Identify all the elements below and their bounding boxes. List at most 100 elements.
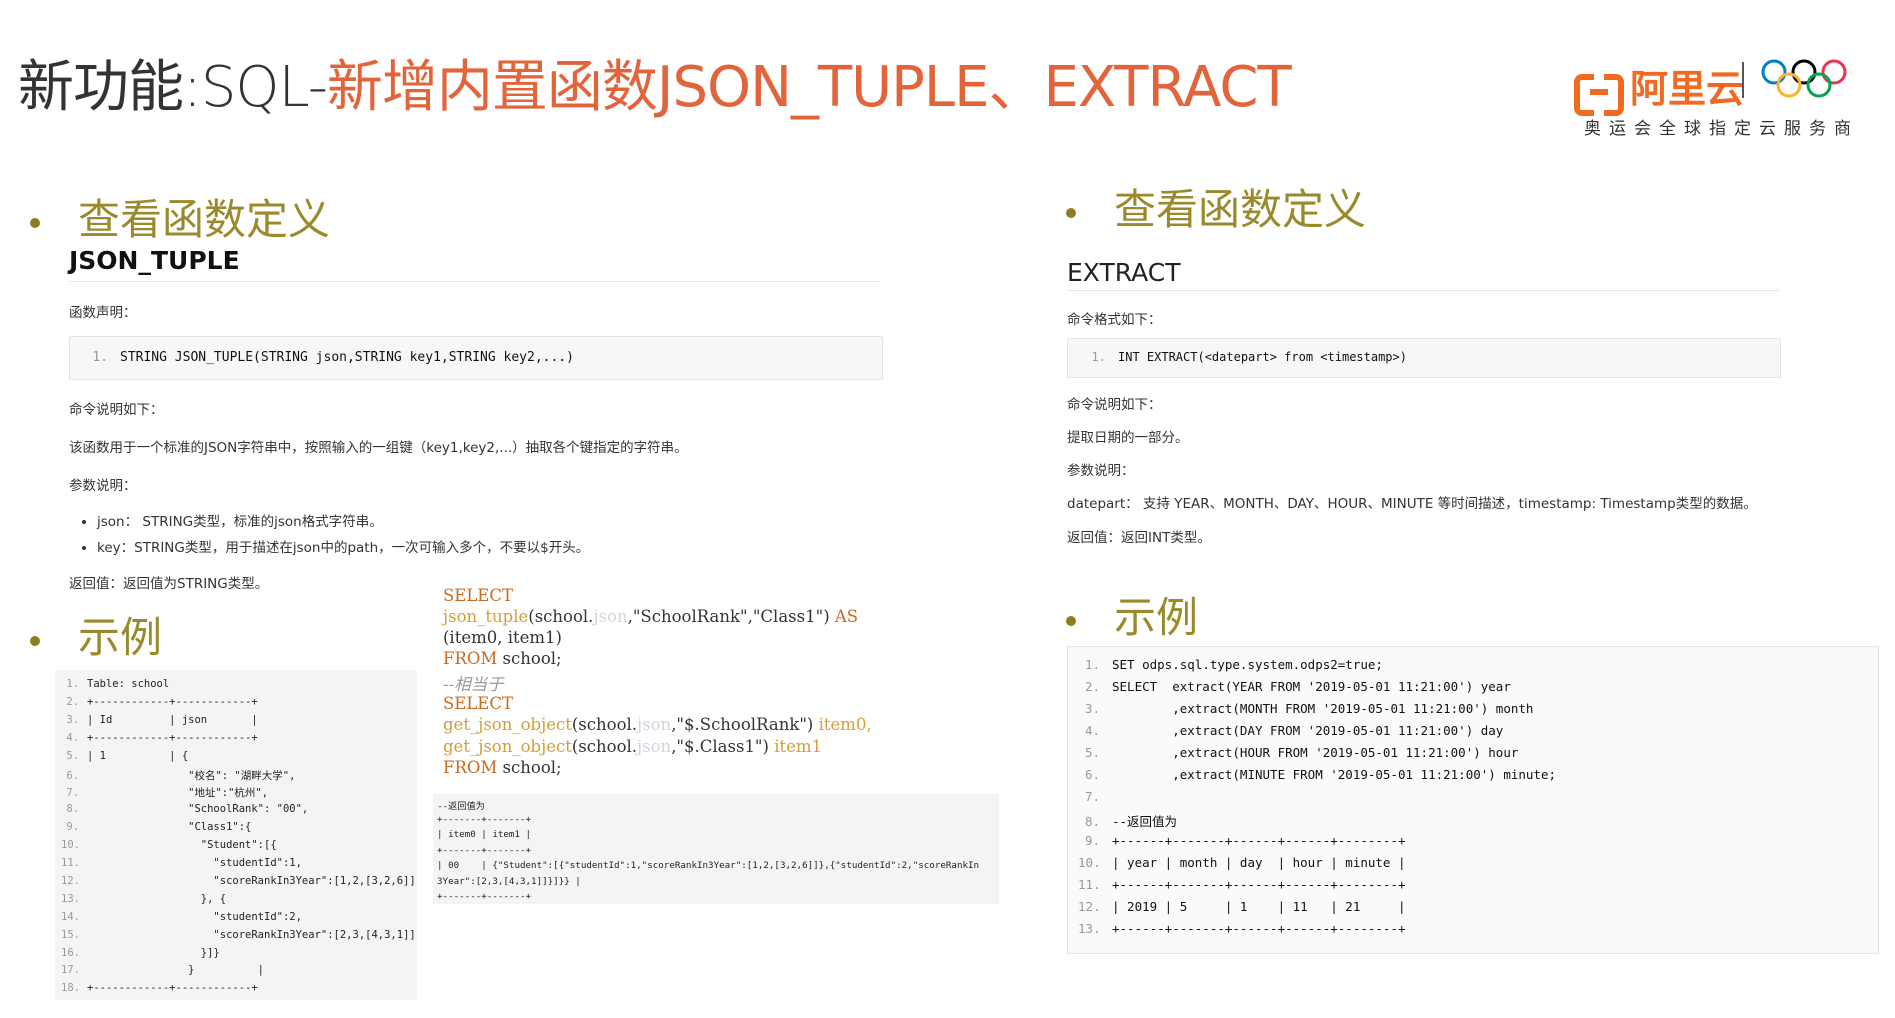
sql-function: json_tuple: [443, 607, 529, 626]
code-text: ,extract(HOUR FROM '2019-05-01 11:21:00'…: [1112, 745, 1519, 760]
code-line: 7. "地址":"杭州",: [61, 785, 268, 800]
right-subheading: EXTRACT: [1067, 258, 1181, 287]
line-number: 11.: [61, 857, 80, 869]
code-text: SET odps.sql.type.system.odps2=true;: [1112, 657, 1383, 672]
code-text: +------+-------+------+------+--------+: [1112, 921, 1406, 936]
logo-divider: [1742, 62, 1744, 98]
sql-keyword: FROM: [443, 649, 498, 668]
sql-text: (school.: [528, 607, 594, 626]
code-text: "studentId":1,: [87, 857, 302, 869]
bullet-icon: [1066, 616, 1076, 626]
code-text: "SchoolRank": "00",: [87, 803, 309, 816]
line-number: 16.: [61, 946, 80, 959]
line-number: 17.: [61, 964, 80, 977]
code-text: ,extract(MONTH FROM '2019-05-01 11:21:00…: [1112, 701, 1534, 716]
line-number: 13.: [61, 892, 80, 905]
divider: [1067, 290, 1779, 291]
sql-keyword: AS: [834, 607, 859, 626]
line-number: 5.: [1084, 745, 1100, 760]
code-line: 9. "Class1":{: [61, 821, 251, 833]
code-text: ,extract(DAY FROM '2019-05-01 11:21:00')…: [1112, 723, 1504, 738]
code-line: 18. +------------+------------+: [61, 982, 258, 994]
code-line: 4. ,extract(DAY FROM '2019-05-01 11:21:0…: [1078, 723, 1503, 738]
slide-title: 新功能:SQL-新增内置函数JSON_TUPLE、EXTRACT: [18, 42, 1292, 123]
sql-column: json: [593, 607, 628, 626]
title-part-2: :SQL-: [183, 55, 328, 120]
sql-text: (school.: [571, 715, 638, 734]
code-line: 5. ,extract(HOUR FROM '2019-05-01 11:21:…: [1078, 745, 1518, 760]
right-return-text: 返回值：返回INT类型。: [1067, 530, 1211, 546]
left-example-heading: 示例: [30, 604, 162, 665]
code-text: +------------+------------+: [87, 695, 258, 708]
line-number: 4.: [1084, 723, 1100, 738]
extract-example-code: 1. SET odps.sql.type.system.odps2=true; 2.…: [1067, 646, 1879, 954]
code-text: | 1 | {: [87, 749, 189, 762]
code-text: --返回值为: [1112, 814, 1178, 829]
sql2-line-3: get_json_object(school.json,"$.Class1") …: [443, 737, 822, 756]
code-text: SELECT extract(YEAR FROM '2019-05-01 11:…: [1112, 679, 1511, 694]
sql1-line-2: json_tuple(school.json,"SchoolRank","Cla…: [443, 607, 858, 626]
code-line: 9. +------+-------+------+------+--------…: [1078, 833, 1406, 848]
code-line: 8. "SchoolRank": "00",: [61, 803, 308, 815]
right-example-heading-text: 示例: [1114, 593, 1199, 642]
code-text: "scoreRankIn3Year":[1,2,[3,2,6]]: [87, 874, 416, 887]
decl-label: 函数声明：: [69, 305, 137, 321]
left-heading: 查看函数定义: [30, 186, 330, 247]
decl-code-line: 1. STRING JSON_TUPLE(STRING json,STRING k…: [86, 350, 574, 365]
aliyun-bracket-icon: [1574, 73, 1624, 116]
desc-text: 该函数用于一个标准的JSON字符串中，按照输入的一组键（key1,key2,..…: [69, 440, 688, 456]
code-text: +------------+------------+: [87, 982, 258, 995]
line-number: 7.: [1084, 789, 1100, 804]
result-line: --返回值为: [437, 801, 485, 812]
title-part-3: 新增内置函数JSON_TUPLE、EXTRACT: [326, 55, 1292, 120]
line-number: 11.: [1078, 877, 1101, 892]
code-line: 10. | year | month | day | hour | minute …: [1078, 855, 1406, 870]
code-line: 6. ,extract(MINUTE FROM '2019-05-01 11:2…: [1078, 767, 1556, 782]
title-part-1: 新功能: [18, 55, 184, 120]
sql1-line-4: FROM school;: [443, 649, 562, 668]
code-line: 16. }]}: [61, 947, 220, 959]
sql-function: get_json_object: [443, 715, 572, 734]
line-number: 15.: [61, 928, 80, 941]
logo-brand-text: 阿里云: [1630, 67, 1745, 111]
code-line: 12. "scoreRankIn3Year":[1,2,[3,2,6]]: [61, 875, 416, 887]
line-number: 2.: [1084, 679, 1100, 694]
line-number: 3.: [66, 713, 79, 726]
line-number: 12.: [1078, 899, 1101, 914]
sql-column: json: [637, 737, 672, 756]
code-line: 3. ,extract(MONTH FROM '2019-05-01 11:21…: [1078, 701, 1534, 716]
sql2-line-2: get_json_object(school.json,"$.SchoolRan…: [443, 715, 872, 734]
line-number: 8.: [1084, 814, 1100, 829]
code-text: }]}: [87, 946, 220, 959]
line-number: 4.: [66, 731, 79, 744]
decl-code-text: STRING JSON_TUPLE(STRING json,STRING key…: [120, 350, 574, 365]
result-line: | 00 | {"Student":[{"studentId":1,"score…: [437, 860, 980, 871]
logo-tagline: 奥运会全球指定云服务商: [1584, 119, 1859, 139]
result-line: +-------+-------+: [437, 844, 532, 856]
sql-keyword: FROM: [443, 758, 498, 777]
code-line: 15. "scoreRankIn3Year":[2,3,[4,3,1]]: [61, 929, 416, 941]
right-param-text: datepart： 支持 YEAR、MONTH、DAY、HOUR、MINUTE …: [1067, 496, 1757, 512]
sql-text: school;: [502, 649, 562, 668]
code-line: 2. SELECT extract(YEAR FROM '2019-05-01 1…: [1078, 679, 1511, 694]
code-line: 1. Table: school: [61, 678, 169, 690]
decl-code-box: 1. STRING JSON_TUPLE(STRING json,STRING k…: [69, 336, 883, 380]
sql1-line-1: SELECT: [443, 586, 513, 605]
param-list: json： STRING类型，标准的json格式字符串。 key：STRING类…: [69, 510, 589, 562]
format-label: 命令格式如下：: [1067, 312, 1162, 328]
desc-label: 命令说明如下：: [69, 402, 164, 418]
line-number: 18.: [61, 982, 80, 995]
code-text: ,extract(MINUTE FROM '2019-05-01 11:21:0…: [1112, 767, 1557, 782]
line-number: 14.: [61, 910, 80, 923]
sql-keyword: SELECT: [443, 586, 513, 605]
left-subheading: JSON_TUPLE: [69, 246, 240, 275]
code-text: } |: [87, 964, 265, 977]
code-line: 14. "studentId":2,: [61, 911, 302, 923]
code-line: 12. | 2019 | 5 | 1 | 11 | 21 |: [1078, 899, 1406, 914]
format-code-box: 1. INT EXTRACT(<datepart> from <timestamp…: [1067, 338, 1781, 378]
code-text: | year | month | day | hour | minute |: [1112, 855, 1406, 870]
bullet-icon: [1066, 208, 1076, 218]
code-line: 13. }, {: [61, 893, 226, 905]
sql-text: ,"$.SchoolRank"): [671, 715, 814, 734]
param-item: key：STRING类型，用于描述在json中的path，一次可输入多个，不要以…: [97, 536, 589, 556]
